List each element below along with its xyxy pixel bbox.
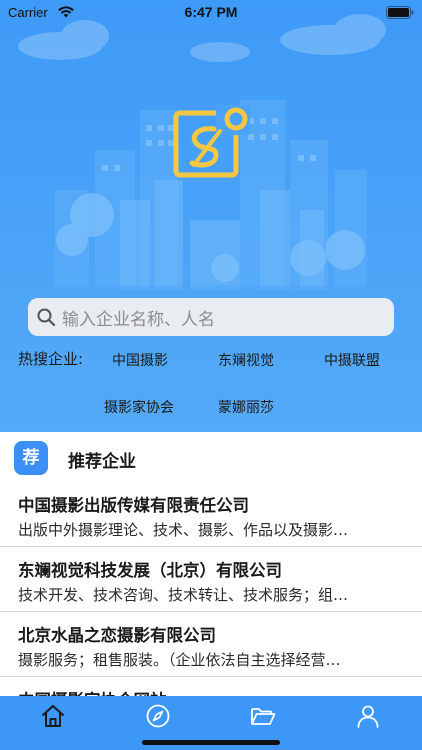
hot-search-label: 热搜企业: xyxy=(18,350,84,368)
hot-tag-zhongshelianmeng[interactable]: 中摄联盟 xyxy=(324,350,380,370)
company-description: 摄影服务；租售服装。（企业依法自主选择经营… xyxy=(18,651,341,669)
search-icon xyxy=(37,308,56,327)
company-name: 中国摄影出版传媒有限责任公司 xyxy=(18,496,249,515)
battery-icon xyxy=(386,6,414,19)
home-indicator xyxy=(142,740,280,745)
clock: 6:47 PM xyxy=(184,4,238,20)
search-input[interactable]: 输入企业名称、人名 xyxy=(28,298,394,336)
company-name: 东斓视觉科技发展（北京）有限公司 xyxy=(18,561,282,580)
hero-banner: Carrier 6:47 PM 输入企业名称、人名 热搜企业: 中国摄影 东斓视… xyxy=(0,0,422,432)
app-screen: Carrier 6:47 PM 输入企业名称、人名 热搜企业: 中国摄影 东斓视… xyxy=(0,0,422,750)
hot-tag-donglanshijue[interactable]: 东斓视觉 xyxy=(218,350,274,370)
hot-tag-mengnalisha[interactable]: 蒙娜丽莎 xyxy=(218,397,274,417)
recommend-badge: 荐 xyxy=(14,441,48,475)
company-name: 北京水晶之恋摄影有限公司 xyxy=(18,626,216,645)
user-icon xyxy=(357,705,378,728)
list-item[interactable]: 北京水晶之恋摄影有限公司 摄影服务；租售服装。（企业依法自主选择经营… xyxy=(0,612,422,677)
company-description: 技术开发、技术咨询、技术转让、技术服务；组… xyxy=(18,586,349,604)
hot-tag-sheyingjiaxiehui[interactable]: 摄影家协会 xyxy=(104,397,174,417)
recommend-section-header: 荐 推荐企业 xyxy=(0,432,422,482)
hot-tag-zhongguosheying[interactable]: 中国摄影 xyxy=(112,350,168,370)
tab-discover[interactable] xyxy=(105,696,210,736)
tab-profile[interactable] xyxy=(315,696,420,736)
compass-icon xyxy=(146,704,169,728)
company-description: 出版中外摄影理论、技术、摄影、作品以及摄影… xyxy=(18,521,349,539)
status-bar: Carrier 6:47 PM xyxy=(0,0,422,28)
tab-files[interactable] xyxy=(210,696,315,736)
folder-icon xyxy=(250,708,275,725)
app-logo xyxy=(173,105,250,178)
list-item[interactable]: 中国摄影出版传媒有限责任公司 出版中外摄影理论、技术、摄影、作品以及摄影… xyxy=(0,482,422,547)
home-icon xyxy=(41,705,64,727)
list-item[interactable]: 东斓视觉科技发展（北京）有限公司 技术开发、技术咨询、技术转让、技术服务；组… xyxy=(0,547,422,612)
tab-home[interactable] xyxy=(0,696,105,736)
search-placeholder: 输入企业名称、人名 xyxy=(62,309,215,330)
recommend-title: 推荐企业 xyxy=(68,452,136,472)
